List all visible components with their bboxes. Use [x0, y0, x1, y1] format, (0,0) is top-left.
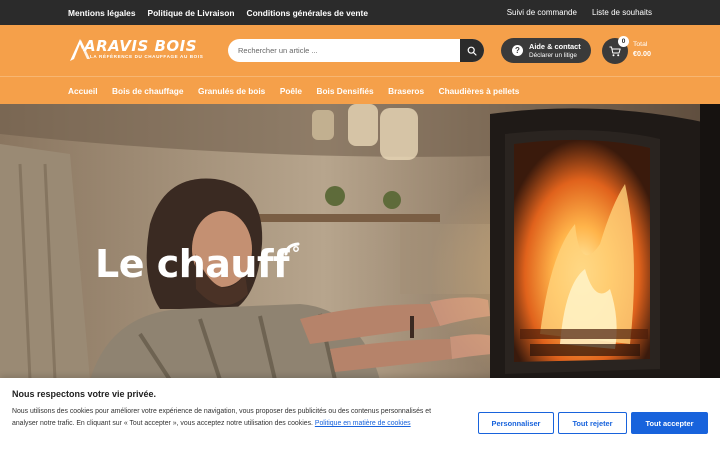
cookie-policy-link[interactable]: Politique en matière de cookies: [315, 420, 411, 427]
cart-button[interactable]: 0: [602, 36, 629, 64]
link-liste-souhaits[interactable]: Liste de souhaits: [592, 8, 652, 17]
search-button[interactable]: [460, 39, 484, 62]
hero-title: Le chauff: [95, 242, 290, 286]
search-icon: [467, 46, 477, 56]
cart-count-badge: 0: [618, 36, 629, 47]
search-input[interactable]: [238, 39, 458, 62]
top-bar-right-links: Suivi de commande Liste de souhaits: [507, 0, 652, 25]
help-subtitle: Déclarer un litige: [529, 52, 577, 59]
cart-icon: [609, 46, 621, 56]
main-nav: Accueil Bois de chauffage Granulés de bo…: [0, 76, 720, 104]
nav-item-poele[interactable]: Poêle: [280, 86, 302, 96]
site-logo[interactable]: ARAVIS BOIS LA RÉFÉRENCE DU CHAUFFAGE AU…: [68, 35, 218, 67]
cart-total-value: €0.00: [633, 49, 651, 58]
link-mentions-legales[interactable]: Mentions légales: [68, 8, 135, 18]
site-header: ARAVIS BOIS LA RÉFÉRENCE DU CHAUFFAGE AU…: [0, 25, 720, 76]
logo-tagline: LA RÉFÉRENCE DU CHAUFFAGE AU BOIS: [90, 54, 204, 59]
nav-item-braseros[interactable]: Braseros: [388, 86, 424, 96]
cookie-title: Nous respectons votre vie privée.: [12, 389, 157, 399]
cookie-text: Nous utilisons des cookies pour améliore…: [12, 406, 452, 430]
nav-item-bois-chauffage[interactable]: Bois de chauffage: [112, 86, 183, 96]
nav-item-bois-densifies[interactable]: Bois Densifiés: [316, 86, 373, 96]
hero-banner[interactable]: Le chauff: [0, 104, 720, 380]
cookie-consent-banner: Nous respectons votre vie privée. Nous u…: [0, 378, 720, 450]
cart-total[interactable]: Total €0.00: [633, 41, 651, 58]
nav-item-granules[interactable]: Granulés de bois: [198, 86, 265, 96]
logo-brand-text: ARAVIS BOIS: [84, 37, 198, 55]
link-politique-livraison[interactable]: Politique de Livraison: [147, 8, 234, 18]
customize-button[interactable]: Personnaliser: [478, 412, 554, 434]
reject-all-button[interactable]: Tout rejeter: [558, 412, 627, 434]
top-bar-left-links: Mentions légales Politique de Livraison …: [68, 0, 368, 25]
cart-total-label: Total: [633, 41, 648, 48]
link-suivi-commande[interactable]: Suivi de commande: [507, 8, 577, 17]
question-icon: ?: [512, 45, 523, 56]
nav-item-chaudieres[interactable]: Chaudières à pellets: [439, 86, 520, 96]
help-contact-button[interactable]: ? Aide & contact Déclarer un litige: [501, 38, 591, 63]
help-title: Aide & contact: [529, 42, 581, 51]
accept-all-button[interactable]: Tout accepter: [631, 412, 708, 434]
link-cgv[interactable]: Conditions générales de vente: [247, 8, 368, 18]
hero-title-mark-icon: [284, 242, 300, 256]
search-bar: [228, 39, 484, 62]
top-bar: Mentions légales Politique de Livraison …: [0, 0, 720, 25]
nav-item-accueil[interactable]: Accueil: [68, 86, 98, 96]
